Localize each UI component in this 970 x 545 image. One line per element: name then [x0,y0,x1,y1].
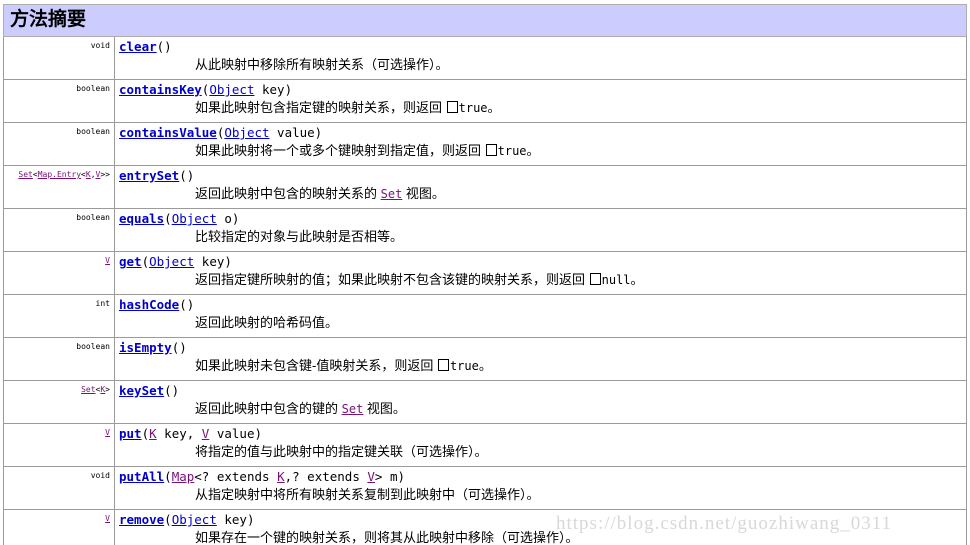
method-summary-table: 方法摘要 void clear() 从此映射中移除所有映射关系（可选操作）。 bool… [3,4,967,545]
table-row: Set<K> keySet() 返回此映射中包含的键的 Set 视图。 [3,380,967,424]
method-signature-cell: put(K key, V value) 将指定的值与此映射中的指定键关联（可选操作… [114,423,967,467]
method-signature[interactable]: keySet() [119,383,964,399]
method-signature-cell: equals(Object o) 比较指定的对象与此映射是否相等。 [114,208,967,252]
table-row: Set<Map.Entry<K,V>> entrySet() 返回此映射中包含的映射… [3,165,967,209]
method-description: 如果此映射包含指定键的映射关系，则返回 true。 [195,100,501,115]
method-signature[interactable]: containsValue(Object value) [119,125,964,141]
method-signature-cell: putAll(Map<? extends K,? extends V> m) 从指… [114,466,967,510]
method-summary-header-row: 方法摘要 [3,4,967,37]
method-signature[interactable]: clear() [119,39,964,55]
method-signature-cell: get(Object key) 返回指定键所映射的值；如果此映射不包含该键的映射关… [114,251,967,295]
table-row: void putAll(Map<? extends K,? extends V> … [3,466,967,510]
table-row: int hashCode() 返回此映射的哈希码值。 [3,294,967,338]
method-description: 从指定映射中将所有映射关系复制到此映射中（可选操作）。 [195,487,540,502]
method-signature-cell: clear() 从此映射中移除所有映射关系（可选操作）。 [114,36,967,80]
method-signature-cell: containsKey(Object key) 如果此映射包含指定键的映射关系，则… [114,79,967,123]
method-return-type: int [3,294,115,338]
method-signature-cell: hashCode() 返回此映射的哈希码值。 [114,294,967,338]
method-return-type: boolean [3,208,115,252]
method-signature-cell: isEmpty() 如果此映射未包含键-值映射关系，则返回 true。 [114,337,967,381]
method-description: 如果此映射将一个或多个键映射到指定值，则返回 true。 [195,143,540,158]
method-signature[interactable]: putAll(Map<? extends K,? extends V> m) [119,469,964,485]
table-row: boolean isEmpty() 如果此映射未包含键-值映射关系，则返回 true… [3,337,967,381]
method-signature[interactable]: containsKey(Object key) [119,82,964,98]
method-summary-header-cell: 方法摘要 [3,4,967,37]
page-title: 方法摘要 [10,9,87,30]
method-description: 比较指定的对象与此映射是否相等。 [195,229,404,244]
table-row: boolean equals(Object o) 比较指定的对象与此映射是否相等。 [3,208,967,252]
method-return-type: Set<K> [3,380,115,424]
table-row: Vget(Object key) 返回指定键所映射的值；如果此映射不包含该键的映射… [3,251,967,295]
method-description: 返回此映射的哈希码值。 [195,315,339,330]
method-signature[interactable]: get(Object key) [119,254,964,270]
method-return-type: V [3,423,115,467]
method-signature-cell: remove(Object key) 如果存在一个键的映射关系，则将其从此映射中移… [114,509,967,545]
method-description: 返回此映射中包含的键的 Set 视图。 [195,401,406,416]
method-signature[interactable]: equals(Object o) [119,211,964,227]
table-row: Vremove(Object key) 如果存在一个键的映射关系，则将其从此映射中… [3,509,967,545]
method-signature[interactable]: entrySet() [119,168,964,184]
method-return-type: void [3,36,115,80]
javadoc-method-summary-page: 方法摘要 void clear() 从此映射中移除所有映射关系（可选操作）。 bool… [0,0,970,545]
method-description: 如果此映射未包含键-值映射关系，则返回 true。 [195,358,492,373]
method-description: 将指定的值与此映射中的指定键关联（可选操作）。 [195,444,488,459]
method-signature-cell: entrySet() 返回此映射中包含的映射关系的 Set 视图。 [114,165,967,209]
method-summary-body: 方法摘要 void clear() 从此映射中移除所有映射关系（可选操作）。 bool… [3,4,967,545]
method-signature[interactable]: remove(Object key) [119,512,964,528]
table-row: Vput(K key, V value) 将指定的值与此映射中的指定键关联（可选操… [3,423,967,467]
method-return-type: void [3,466,115,510]
method-return-type: Set<Map.Entry<K,V>> [3,165,115,209]
table-row: void clear() 从此映射中移除所有映射关系（可选操作）。 [3,36,967,80]
method-return-type: boolean [3,79,115,123]
table-row: boolean containsValue(Object value) 如果此映射将… [3,122,967,166]
table-row: boolean containsKey(Object key) 如果此映射包含指定键… [3,79,967,123]
method-return-type: boolean [3,122,115,166]
method-signature[interactable]: isEmpty() [119,340,964,356]
method-return-type: boolean [3,337,115,381]
method-description: 从此映射中移除所有映射关系（可选操作）。 [195,57,449,72]
method-signature[interactable]: put(K key, V value) [119,426,964,442]
method-return-type: V [3,509,115,545]
method-return-type: V [3,251,115,295]
method-description: 返回此映射中包含的映射关系的 Set 视图。 [195,186,445,201]
method-signature[interactable]: hashCode() [119,297,964,313]
method-description: 返回指定键所映射的值；如果此映射不包含该键的映射关系，则返回 null。 [195,272,644,287]
method-description: 如果存在一个键的映射关系，则将其从此映射中移除（可选操作）。 [195,530,579,545]
method-signature-cell: keySet() 返回此映射中包含的键的 Set 视图。 [114,380,967,424]
method-signature-cell: containsValue(Object value) 如果此映射将一个或多个键映… [114,122,967,166]
